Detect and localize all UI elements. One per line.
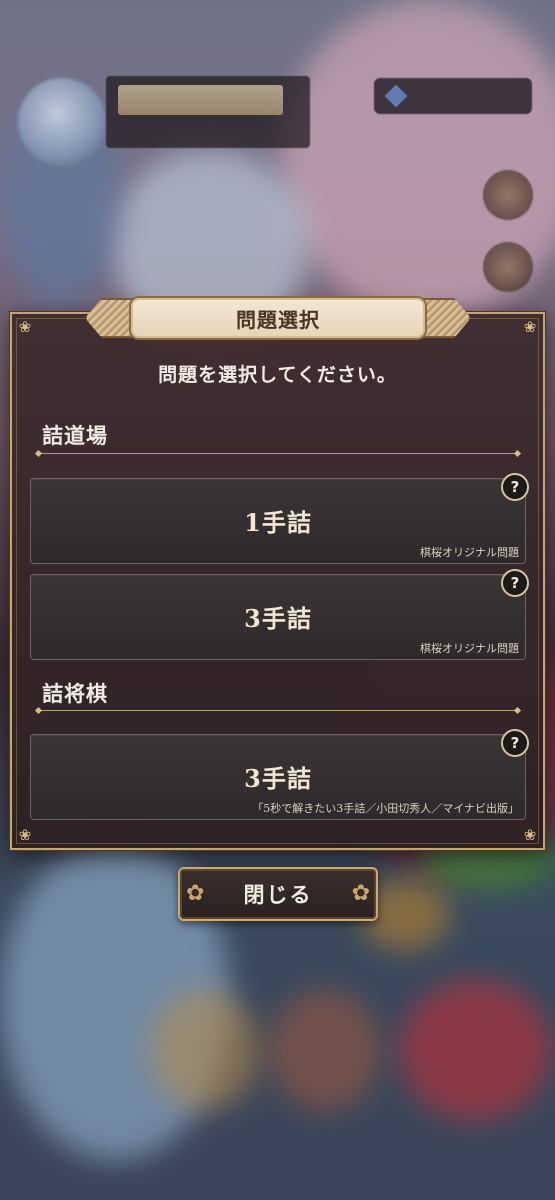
option-tsume-dojo-3te[interactable]: 3手詰 棋桜オリジナル問題 ? <box>30 569 529 660</box>
dialog-header: 問題選択 <box>85 296 471 340</box>
option-source: 棋桜オリジナル問題 <box>420 642 519 655</box>
question-mark-icon[interactable]: ? <box>501 569 529 597</box>
background-blur <box>150 990 260 1110</box>
option-label: 3手詰 <box>244 604 312 633</box>
section-title-tsume-shogi: 詰将棋 <box>42 681 108 706</box>
option-label: 3手詰 <box>244 764 312 793</box>
option-tsume-dojo-1te[interactable]: 1手詰 棋桜オリジナル問題 ? <box>30 473 529 564</box>
section-divider <box>38 710 518 711</box>
sakura-icon: ❀ <box>18 826 32 844</box>
player-avatar <box>18 78 106 166</box>
option-label: 1手詰 <box>244 508 312 537</box>
sakura-icon: ❀ <box>18 318 32 336</box>
side-menu-button <box>483 170 533 220</box>
close-button-label: 閉じる <box>243 882 313 907</box>
background-blur <box>400 980 550 1120</box>
sakura-icon: ❀ <box>523 318 537 336</box>
option-tsume-shogi-3te[interactable]: 3手詰 「5秒で解きたい3手詰／小田切秀人／マイナビ出版」 ? <box>30 729 529 820</box>
header-plate: 問題選択 <box>129 296 427 340</box>
player-name-plate <box>118 85 283 115</box>
question-mark-icon[interactable]: ? <box>501 473 529 501</box>
close-button[interactable]: ✿ 閉じる ✿ <box>178 867 378 921</box>
question-mark-icon[interactable]: ? <box>501 729 529 757</box>
sakura-icon: ✿ <box>351 881 370 906</box>
dialog-title: 問題選択 <box>236 307 320 332</box>
section-divider <box>38 453 518 454</box>
option-source: 「5秒で解きたい3手詰／小田切秀人／マイナビ出版」 <box>252 802 519 815</box>
sakura-icon: ❀ <box>523 826 537 844</box>
sakura-icon: ✿ <box>186 881 205 906</box>
instruction-text: 問題を選択してください。 <box>158 364 397 386</box>
side-menu-button <box>483 242 533 292</box>
section-title-tsume-dojo: 詰道場 <box>42 423 108 448</box>
option-source: 棋桜オリジナル問題 <box>420 546 519 559</box>
background-blur <box>270 990 380 1110</box>
